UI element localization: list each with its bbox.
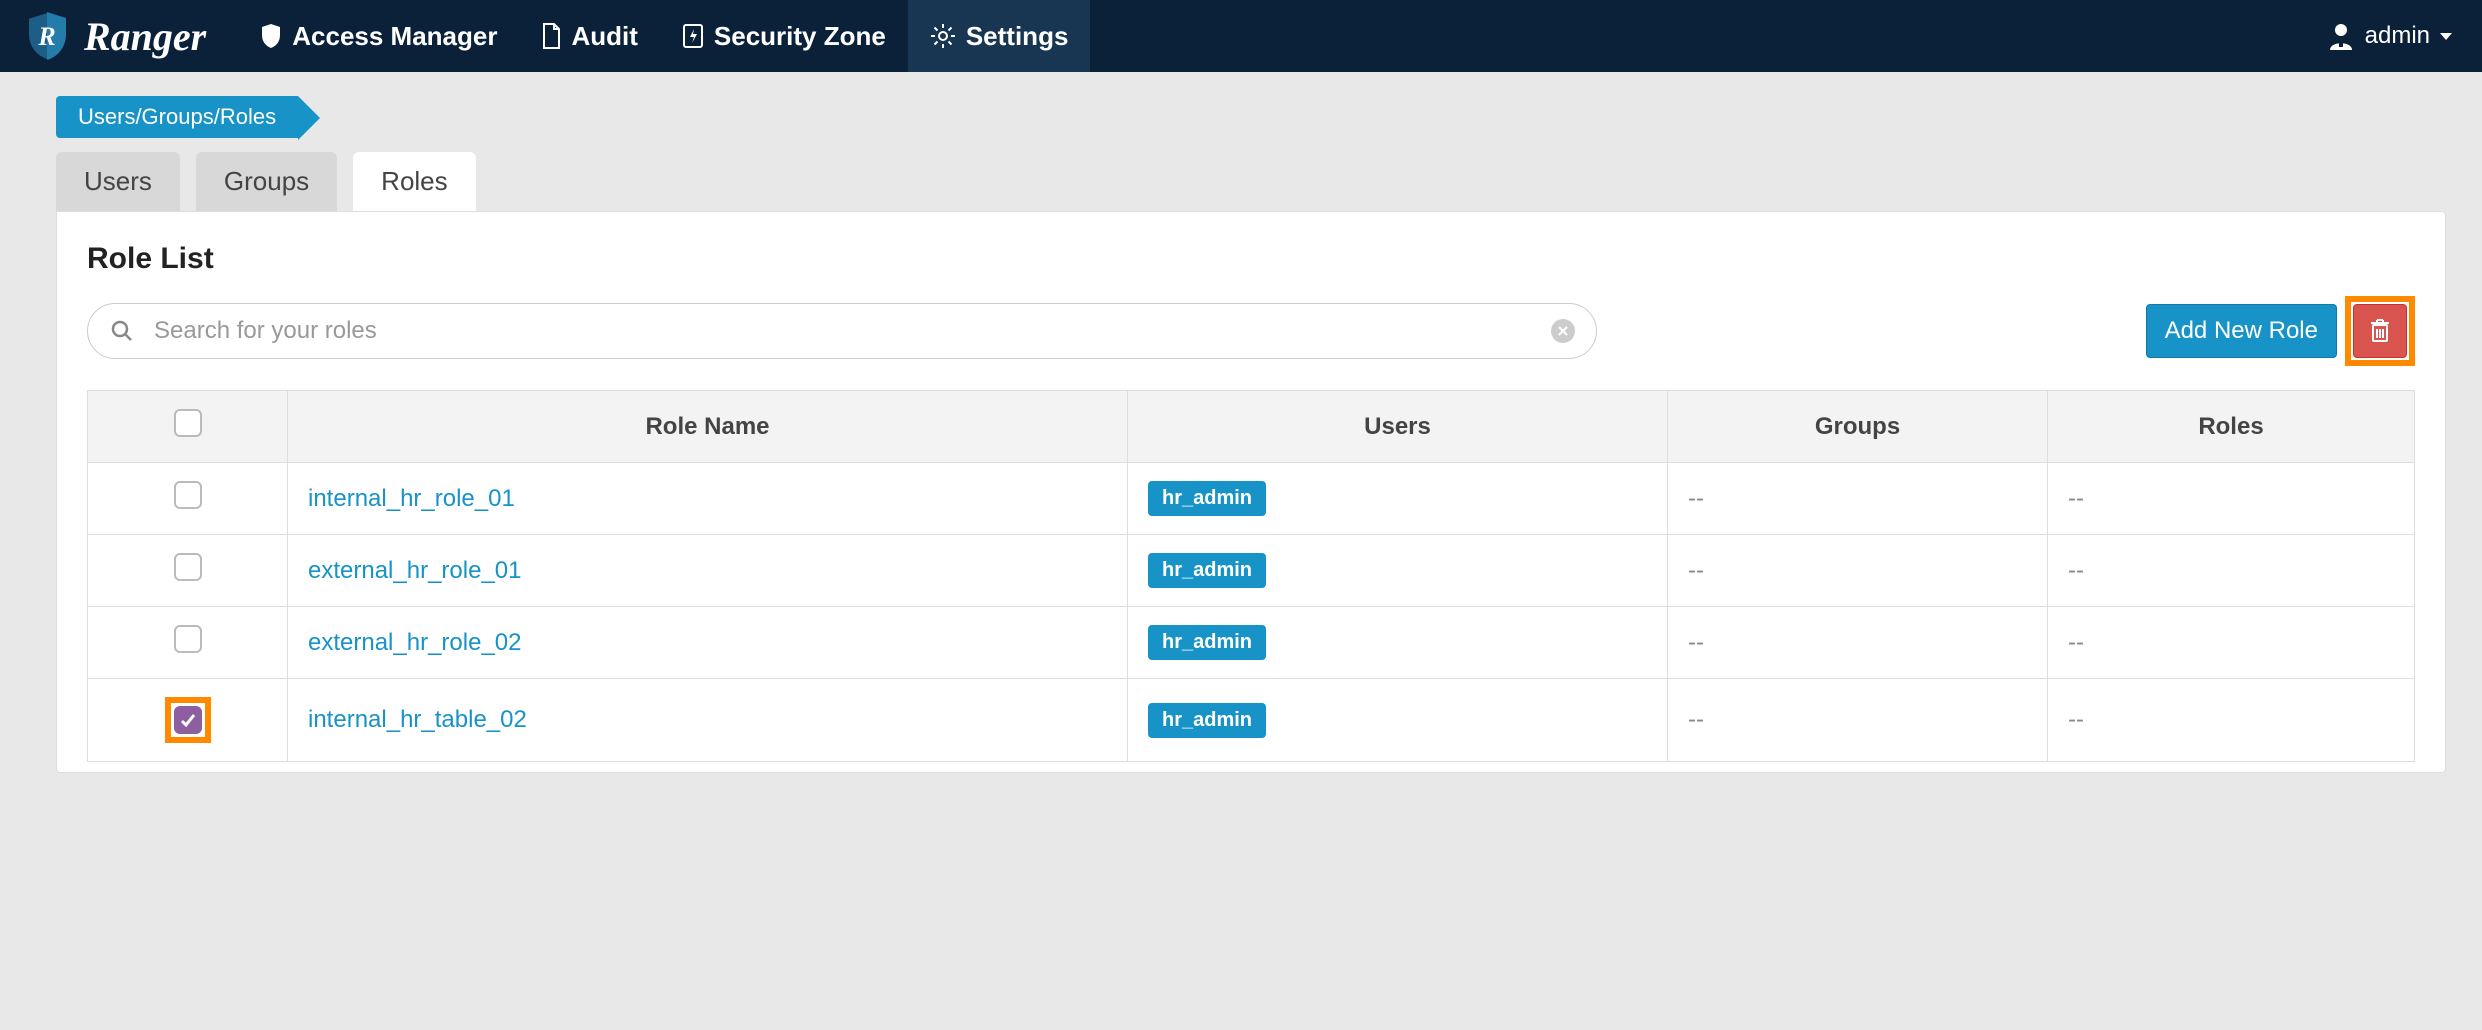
- search-icon: [111, 320, 133, 342]
- row-check-cell: [88, 463, 288, 535]
- gear-icon: [930, 23, 956, 49]
- panel-title: Role List: [87, 242, 2415, 276]
- cell-groups: --: [1668, 607, 2048, 679]
- nav-item-label: Audit: [571, 21, 637, 52]
- row-checkbox[interactable]: [174, 481, 202, 509]
- tab-label: Users: [84, 166, 152, 196]
- brand-name: Ranger: [84, 13, 206, 60]
- tab-groups[interactable]: Groups: [196, 152, 337, 211]
- cell-groups: --: [1668, 463, 2048, 535]
- nav-item-settings[interactable]: Settings: [908, 0, 1091, 72]
- cell-users: hr_admin: [1128, 607, 1668, 679]
- table-row: external_hr_role_02 hr_admin -- --: [88, 607, 2415, 679]
- role-link[interactable]: internal_hr_table_02: [308, 706, 527, 733]
- bolt-icon: [682, 23, 704, 49]
- cell-groups: --: [1668, 535, 2048, 607]
- row-checkbox-highlight: [165, 697, 211, 743]
- cell-users: hr_admin: [1128, 679, 1668, 762]
- tab-roles[interactable]: Roles: [353, 152, 475, 211]
- header-users: Users: [1128, 391, 1668, 463]
- user-tag[interactable]: hr_admin: [1148, 703, 1266, 738]
- select-all-checkbox[interactable]: [174, 409, 202, 437]
- nav-items: Access Manager Audit Security Zone Setti…: [238, 0, 1090, 72]
- tab-label: Groups: [224, 166, 309, 196]
- panel-role-list: Role List Add New Role: [56, 211, 2446, 773]
- cell-users: hr_admin: [1128, 463, 1668, 535]
- search-input[interactable]: [87, 303, 1597, 359]
- cell-role-name: internal_hr_role_01: [288, 463, 1128, 535]
- roles-value: --: [2068, 557, 2084, 584]
- header-select-all: [88, 391, 288, 463]
- table-row: internal_hr_role_01 hr_admin -- --: [88, 463, 2415, 535]
- user-name: admin: [2365, 22, 2430, 50]
- user-menu[interactable]: admin: [2317, 0, 2462, 72]
- cell-role-name: external_hr_role_02: [288, 607, 1128, 679]
- shield-icon: [260, 23, 282, 49]
- trash-icon: [2368, 318, 2392, 344]
- add-new-role-button[interactable]: Add New Role: [2146, 304, 2337, 358]
- cell-roles: --: [2048, 679, 2415, 762]
- role-link[interactable]: internal_hr_role_01: [308, 485, 515, 512]
- roles-value: --: [2068, 629, 2084, 656]
- groups-value: --: [1688, 557, 1704, 584]
- cell-roles: --: [2048, 607, 2415, 679]
- breadcrumb-label: Users/Groups/Roles: [78, 104, 276, 129]
- cell-groups: --: [1668, 679, 2048, 762]
- header-groups: Groups: [1668, 391, 2048, 463]
- delete-button-highlight: [2345, 296, 2415, 366]
- file-icon: [541, 23, 561, 49]
- tab-users[interactable]: Users: [56, 152, 180, 211]
- table-row: external_hr_role_01 hr_admin -- --: [88, 535, 2415, 607]
- role-link[interactable]: external_hr_role_02: [308, 629, 521, 656]
- top-navbar: R Ranger Access Manager Audit Security Z…: [0, 0, 2482, 72]
- cell-roles: --: [2048, 535, 2415, 607]
- roles-value: --: [2068, 706, 2084, 733]
- header-role-name: Role Name: [288, 391, 1128, 463]
- header-roles: Roles: [2048, 391, 2415, 463]
- brand-shield-icon: R: [24, 10, 70, 62]
- row-check-cell: [88, 535, 288, 607]
- user-icon: [2327, 21, 2355, 51]
- nav-item-label: Security Zone: [714, 21, 886, 52]
- caret-down-icon: [2440, 33, 2452, 40]
- table-header-row: Role Name Users Groups Roles: [88, 391, 2415, 463]
- user-tag[interactable]: hr_admin: [1148, 625, 1266, 660]
- svg-text:R: R: [37, 22, 55, 51]
- row-checkbox[interactable]: [174, 625, 202, 653]
- cell-users: hr_admin: [1128, 535, 1668, 607]
- nav-item-security-zone[interactable]: Security Zone: [660, 0, 908, 72]
- role-link[interactable]: external_hr_role_01: [308, 557, 521, 584]
- button-label: Add New Role: [2165, 317, 2318, 344]
- cell-roles: --: [2048, 463, 2415, 535]
- nav-item-label: Access Manager: [292, 21, 497, 52]
- row-check-cell: [88, 607, 288, 679]
- clear-search-icon[interactable]: [1551, 319, 1575, 343]
- groups-value: --: [1688, 629, 1704, 656]
- tab-label: Roles: [381, 166, 447, 196]
- table-row: internal_hr_table_02 hr_admin -- --: [88, 679, 2415, 762]
- nav-item-access-manager[interactable]: Access Manager: [238, 0, 519, 72]
- groups-value: --: [1688, 706, 1704, 733]
- tabs: Users Groups Roles: [56, 152, 2450, 211]
- row-checkbox[interactable]: [174, 706, 202, 734]
- search-box: [87, 303, 1597, 359]
- cell-role-name: internal_hr_table_02: [288, 679, 1128, 762]
- groups-value: --: [1688, 485, 1704, 512]
- cell-role-name: external_hr_role_01: [288, 535, 1128, 607]
- brand[interactable]: R Ranger: [24, 0, 238, 72]
- user-tag[interactable]: hr_admin: [1148, 481, 1266, 516]
- roles-value: --: [2068, 485, 2084, 512]
- user-tag[interactable]: hr_admin: [1148, 553, 1266, 588]
- row-checkbox[interactable]: [174, 553, 202, 581]
- breadcrumb[interactable]: Users/Groups/Roles: [56, 96, 298, 138]
- delete-button[interactable]: [2353, 304, 2407, 358]
- nav-item-audit[interactable]: Audit: [519, 0, 659, 72]
- role-table: Role Name Users Groups Roles internal_hr…: [87, 390, 2415, 762]
- nav-item-label: Settings: [966, 21, 1069, 52]
- row-check-cell: [88, 679, 288, 762]
